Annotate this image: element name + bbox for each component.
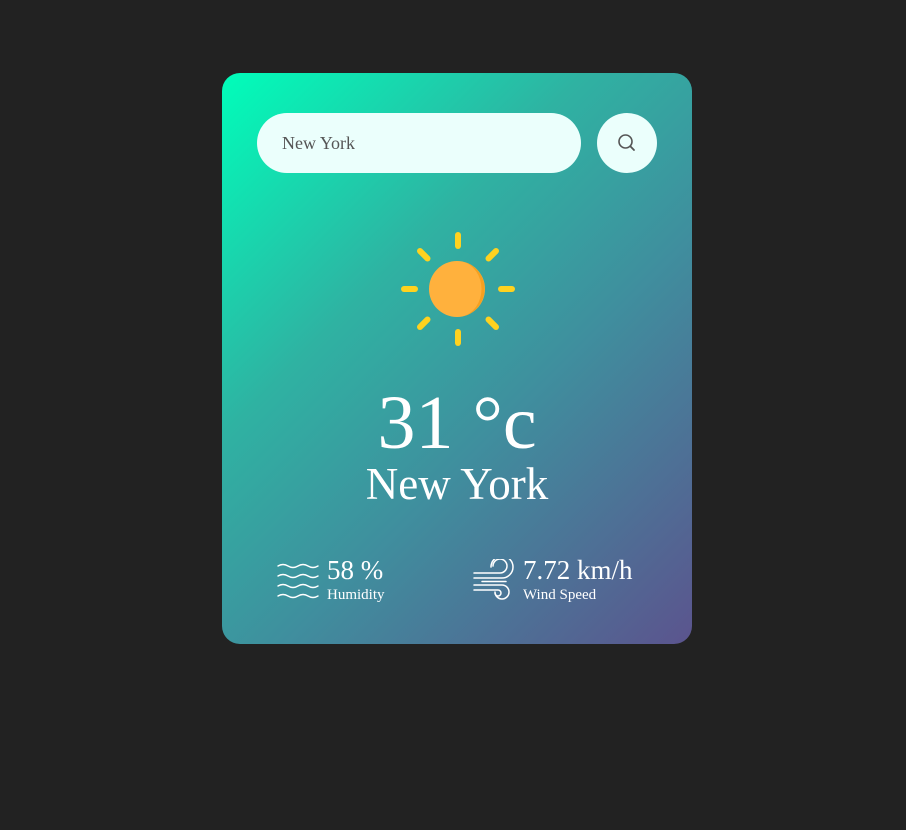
search-bar bbox=[257, 113, 657, 173]
wind-text: 7.72 km/h Wind Speed bbox=[523, 555, 633, 605]
humidity-waves-icon bbox=[277, 563, 319, 599]
wind-label: Wind Speed bbox=[523, 587, 597, 603]
city-name: New York bbox=[365, 459, 549, 509]
temperature: 31 °c bbox=[377, 381, 537, 465]
wind-icon bbox=[473, 559, 514, 600]
search-button[interactable] bbox=[597, 113, 657, 173]
humidity-value: 58 % bbox=[327, 555, 384, 585]
sun-icon bbox=[401, 232, 515, 346]
wind-value: 7.72 km/h bbox=[523, 555, 633, 585]
humidity-text: 58 % Humidity bbox=[327, 555, 385, 605]
search-icon bbox=[618, 134, 635, 151]
wind-detail: 7.72 km/h Wind Speed bbox=[472, 555, 633, 605]
weather-card: 31 °c New York 58 % Humidity bbox=[222, 73, 692, 644]
city-search-input[interactable] bbox=[257, 113, 581, 173]
humidity-label: Humidity bbox=[327, 587, 385, 603]
humidity-detail: 58 % Humidity bbox=[276, 555, 385, 605]
